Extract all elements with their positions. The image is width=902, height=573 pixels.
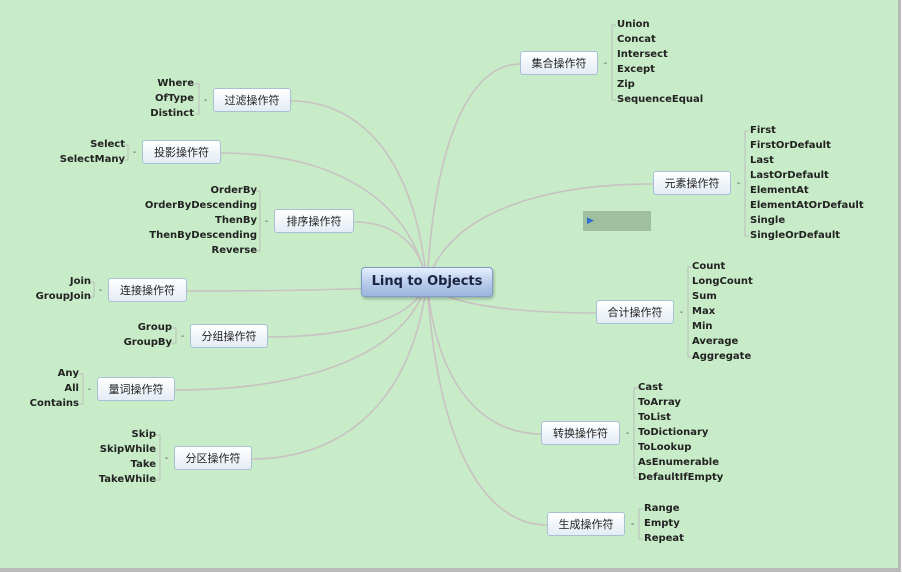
- leaf-last[interactable]: Last: [750, 154, 774, 168]
- minus-icon[interactable]: -: [97, 286, 104, 296]
- leaf-union[interactable]: Union: [617, 18, 650, 32]
- leaf-aggregate[interactable]: Aggregate: [692, 350, 751, 364]
- leaf-tolist[interactable]: ToList: [638, 411, 671, 425]
- leaf-asenumerable[interactable]: AsEnumerable: [638, 456, 719, 470]
- leaf-skipwhile[interactable]: SkipWhile: [80, 443, 156, 457]
- leaf-sequenceequal[interactable]: SequenceEqual: [617, 93, 703, 107]
- connector-partition: [251, 282, 428, 460]
- leaf-where[interactable]: Where: [120, 77, 194, 91]
- leaf-orderbydescending[interactable]: OrderByDescending: [137, 199, 257, 213]
- root-node[interactable]: Linq to Objects: [361, 267, 493, 297]
- leaf-groupjoin[interactable]: GroupJoin: [20, 290, 91, 304]
- leaf-except[interactable]: Except: [617, 63, 655, 77]
- leaf-max[interactable]: Max: [692, 305, 715, 319]
- bracket-partition: [156, 434, 161, 481]
- mindmap-canvas: ▶ Linq to Objects 过滤操作符 投影操作符 排序操作符 连接操作…: [0, 0, 901, 572]
- branch-node-partition[interactable]: 分区操作符: [174, 446, 252, 470]
- minus-icon[interactable]: -: [86, 385, 93, 395]
- leaf-oftype[interactable]: OfType: [120, 92, 194, 106]
- leaf-distinct[interactable]: Distinct: [120, 107, 194, 121]
- branch-node-projection[interactable]: 投影操作符: [142, 140, 221, 164]
- minus-icon[interactable]: -: [678, 308, 685, 318]
- leaf-empty[interactable]: Empty: [644, 517, 680, 531]
- branch-node-group[interactable]: 分组操作符: [190, 324, 268, 348]
- branch-node-quantifier[interactable]: 量词操作符: [97, 377, 175, 401]
- leaf-sum[interactable]: Sum: [692, 290, 717, 304]
- bracket-group: [172, 327, 177, 344]
- leaf-thenbydescending[interactable]: ThenByDescending: [137, 229, 257, 243]
- leaf-concat[interactable]: Concat: [617, 33, 656, 47]
- leaf-any[interactable]: Any: [16, 367, 79, 381]
- minus-icon[interactable]: -: [131, 148, 138, 158]
- minus-icon[interactable]: -: [735, 179, 742, 189]
- minus-icon[interactable]: -: [602, 59, 609, 69]
- leaf-skip[interactable]: Skip: [80, 428, 156, 442]
- minus-icon[interactable]: -: [179, 332, 186, 342]
- leaf-range[interactable]: Range: [644, 502, 680, 516]
- connector-set: [426, 63, 521, 284]
- bracket-generation: [638, 508, 643, 540]
- leaf-elementatordefault[interactable]: ElementAtOrDefault: [750, 199, 864, 213]
- leaf-repeat[interactable]: Repeat: [644, 532, 684, 546]
- bracket-element: [744, 130, 749, 237]
- branch-node-conversion[interactable]: 转换操作符: [541, 421, 620, 445]
- leaf-lastordefault[interactable]: LastOrDefault: [750, 169, 829, 183]
- leaf-join[interactable]: Join: [20, 275, 91, 289]
- minus-icon[interactable]: -: [624, 429, 631, 439]
- leaf-toarray[interactable]: ToArray: [638, 396, 681, 410]
- leaf-firstordefault[interactable]: FirstOrDefault: [750, 139, 831, 153]
- branch-node-element[interactable]: 元素操作符: [653, 171, 731, 195]
- leaf-min[interactable]: Min: [692, 320, 713, 334]
- bracket-quantifier: [79, 373, 84, 405]
- leaf-singleordefault[interactable]: SingleOrDefault: [750, 229, 840, 243]
- leaf-orderby[interactable]: OrderBy: [137, 184, 257, 198]
- leaf-groupby[interactable]: GroupBy: [100, 336, 172, 350]
- branch-node-filter[interactable]: 过滤操作符: [213, 88, 291, 112]
- leaf-elementat[interactable]: ElementAt: [750, 184, 809, 198]
- leaf-first[interactable]: First: [750, 124, 776, 138]
- leaf-tolookup[interactable]: ToLookup: [638, 441, 691, 455]
- minus-icon[interactable]: -: [202, 96, 209, 106]
- leaf-takewhile[interactable]: TakeWhile: [80, 473, 156, 487]
- leaf-intersect[interactable]: Intersect: [617, 48, 668, 62]
- branch-node-generation[interactable]: 生成操作符: [547, 512, 625, 536]
- leaf-take[interactable]: Take: [80, 458, 156, 472]
- minus-icon[interactable]: -: [163, 454, 170, 464]
- bracket-set: [611, 24, 616, 101]
- leaf-group[interactable]: Group: [100, 321, 172, 335]
- leaf-single[interactable]: Single: [750, 214, 785, 228]
- connector-filter: [290, 100, 428, 284]
- leaf-cast[interactable]: Cast: [638, 381, 663, 395]
- leaf-reverse[interactable]: Reverse: [137, 244, 257, 258]
- bracket-filter: [195, 83, 200, 115]
- leaf-count[interactable]: Count: [692, 260, 725, 274]
- leaf-selectmany[interactable]: SelectMany: [40, 153, 125, 167]
- play-icon[interactable]: ▶: [587, 215, 594, 227]
- leaf-all[interactable]: All: [16, 382, 79, 396]
- minus-icon[interactable]: -: [263, 217, 270, 227]
- branch-node-aggregate[interactable]: 合计操作符: [596, 300, 674, 324]
- leaf-todictionary[interactable]: ToDictionary: [638, 426, 708, 440]
- minus-icon[interactable]: -: [629, 520, 636, 530]
- branch-node-join[interactable]: 连接操作符: [108, 278, 187, 302]
- leaf-defaultifempty[interactable]: DefaultIfEmpty: [638, 471, 723, 485]
- branch-node-set[interactable]: 集合操作符: [520, 51, 598, 75]
- leaf-longcount[interactable]: LongCount: [692, 275, 753, 289]
- leaf-select[interactable]: Select: [40, 138, 125, 152]
- leaf-contains[interactable]: Contains: [16, 397, 79, 411]
- connector-generation: [426, 282, 548, 526]
- branch-node-sort[interactable]: 排序操作符: [274, 209, 354, 233]
- leaf-average[interactable]: Average: [692, 335, 738, 349]
- playback-callout[interactable]: ▶: [583, 211, 651, 231]
- leaf-thenby[interactable]: ThenBy: [137, 214, 257, 228]
- leaf-zip[interactable]: Zip: [617, 78, 635, 92]
